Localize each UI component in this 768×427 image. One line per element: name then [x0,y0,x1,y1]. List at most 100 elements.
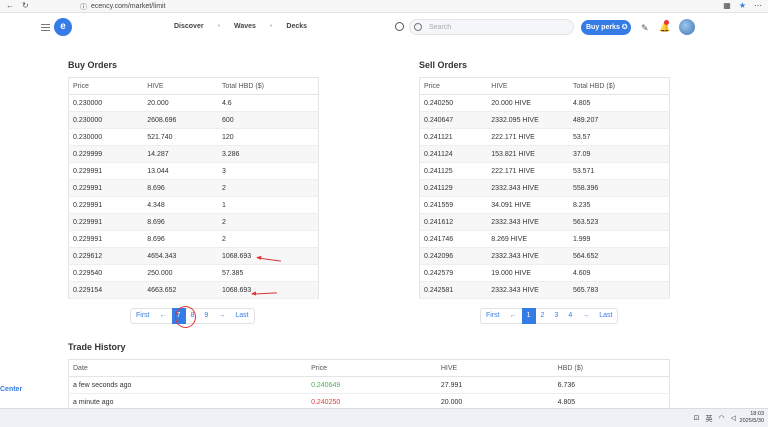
cell-amount: 2332.343 HIVE [487,213,569,231]
cell-price: 0.229991 [68,179,144,197]
cell-total: 4.805 [568,94,670,112]
bookmark-star-icon[interactable]: ★ [739,1,746,10]
sell-orders-table: Price HIVE Total HBD ($) 0.240250 20.000 … [419,77,670,299]
page-first[interactable]: First [131,308,155,324]
table-row[interactable]: 0.230000 521.740 120 [68,128,319,146]
table-row[interactable]: 0.241612 2332.343 HIVE 563.523 [419,213,670,231]
table-row[interactable]: 0.242579 19.000 HIVE 4.609 [419,264,670,282]
table-row[interactable]: 0.242096 2332.343 HIVE 564.652 [419,247,670,265]
extensions-icon[interactable]: ▦ [723,1,731,10]
cell-amount: 521.740 [143,128,218,146]
page-next[interactable]: → [577,308,594,324]
cell-amount: 8.696 [143,230,218,248]
col-hive: HIVE [487,77,569,95]
cell-total: 120 [217,128,319,146]
cell-total: 3 [217,162,319,180]
cell-hbd: 6.736 [553,376,670,394]
page-4[interactable]: 4 [563,308,577,324]
cell-price: 0.241125 [419,162,488,180]
cell-amount: 20.000 HIVE [487,94,569,112]
cell-amount: 34.091 HIVE [487,196,569,214]
table-row[interactable]: 0.230000 2608.696 600 [68,111,319,129]
cell-price: 0.230000 [68,94,144,112]
cell-total: 600 [217,111,319,129]
taskbar-clock[interactable]: 18:03 2025/5/30 [740,411,764,425]
table-row[interactable]: 0.229999 14.287 3.286 [68,145,319,163]
cell-price: 0.229991 [68,213,144,231]
page-last[interactable]: Last [594,308,617,324]
buy-orders-title: Buy Orders [68,60,118,70]
search-input[interactable]: Search [409,19,574,35]
side-center-label[interactable]: Center [0,386,22,393]
cell-date: a few seconds ago [68,376,308,394]
back-icon[interactable]: ← [6,1,14,10]
cell-price: 0.229612 [68,247,144,265]
table-row[interactable]: 0.240647 2332.095 HIVE 489.207 [419,111,670,129]
cell-total: 564.652 [568,247,670,265]
cell-price: 0.229991 [68,162,144,180]
table-row[interactable]: 0.241129 2332.343 HIVE 558.396 [419,179,670,197]
table-row[interactable]: 0.229154 4663.652 1068.693 [68,281,319,299]
table-row[interactable]: 0.229991 13.044 3 [68,162,319,180]
page-3[interactable]: 3 [549,308,563,324]
table-row[interactable]: 0.230000 20.000 4.6 [68,94,319,112]
cell-amount: 8.696 [143,179,218,197]
cell-total: 1068.693 [217,281,319,299]
cell-amount: 2332.343 HIVE [487,179,569,197]
page-next[interactable]: → [213,308,230,324]
hamburger-menu-icon[interactable] [41,24,50,31]
table-row[interactable]: 0.241746 8.269 HIVE 1.999 [419,230,670,248]
col-date: Date [68,359,308,377]
table-row[interactable]: 0.242581 2332.343 HIVE 565.783 [419,281,670,299]
table-row[interactable]: 0.241124 153.821 HIVE 37.09 [419,145,670,163]
language-indicator[interactable]: 英 [706,414,713,424]
annotation-circle [175,306,196,328]
cell-total: 1.999 [568,230,670,248]
cell-total: 1 [217,196,319,214]
page-2[interactable]: 2 [536,308,550,324]
table-row[interactable]: 0.229991 8.696 2 [68,213,319,231]
col-hive: HIVE [436,359,554,377]
table-row[interactable]: 0.229991 4.348 1 [68,196,319,214]
table-row[interactable]: 0.241125 222.171 HIVE 53.571 [419,162,670,180]
table-row: a few seconds ago 0.240649 27.991 6.736 [68,376,670,394]
cell-amount: 2332.095 HIVE [487,111,569,129]
ecency-logo[interactable]: e [54,18,72,36]
cell-price: 0.241559 [419,196,488,214]
chat-icon[interactable]: ⊡ [694,414,700,424]
menu-icon[interactable]: ⋯ [754,1,762,10]
nav-decks[interactable]: Decks [286,23,307,30]
nav-waves[interactable]: Waves [234,23,256,30]
page-prev[interactable]: ← [155,308,172,324]
reload-icon[interactable]: ↻ [22,1,29,10]
cell-amount: 222.171 HIVE [487,162,569,180]
top-nav: Discover • Waves • Decks [174,23,308,30]
address-bar[interactable]: ⓘ ecency.com/market/limit [80,1,580,12]
page-last[interactable]: Last [230,308,253,324]
table-row[interactable]: 0.229612 4654.343 1068.693 [68,247,319,265]
wifi-icon[interactable]: ◠ [719,414,725,424]
os-taskbar: ⊡ 英 ◠ ◁ 18:03 2025/5/30 [0,408,768,427]
cell-price: 0.230000 [68,128,144,146]
table-row[interactable]: 0.229991 8.696 2 [68,179,319,197]
buy-perks-button[interactable]: Buy perks ✪ [581,20,631,35]
cell-amount: 250.000 [143,264,218,282]
page-first[interactable]: First [481,308,505,324]
table-row[interactable]: 0.229991 8.696 2 [68,230,319,248]
cell-price: 0.229991 [68,196,144,214]
history-icon[interactable] [395,22,404,31]
page-1[interactable]: 1 [521,308,536,324]
edit-icon[interactable]: ✎ [641,23,649,34]
trade-history-title: Trade History [68,342,126,352]
col-total: Total HBD ($) [568,77,670,95]
page-9[interactable]: 9 [199,308,213,324]
volume-icon[interactable]: ◁ [731,414,736,424]
table-row[interactable]: 0.240250 20.000 HIVE 4.805 [419,94,670,112]
table-row[interactable]: 0.229540 250.000 57.385 [68,264,319,282]
avatar[interactable] [679,19,695,35]
table-row[interactable]: 0.241121 222.171 HIVE 53.57 [419,128,670,146]
page-prev[interactable]: ← [505,308,522,324]
table-row[interactable]: 0.241559 34.091 HIVE 8.235 [419,196,670,214]
cell-price: 0.240250 [419,94,488,112]
nav-discover[interactable]: Discover [174,23,204,30]
